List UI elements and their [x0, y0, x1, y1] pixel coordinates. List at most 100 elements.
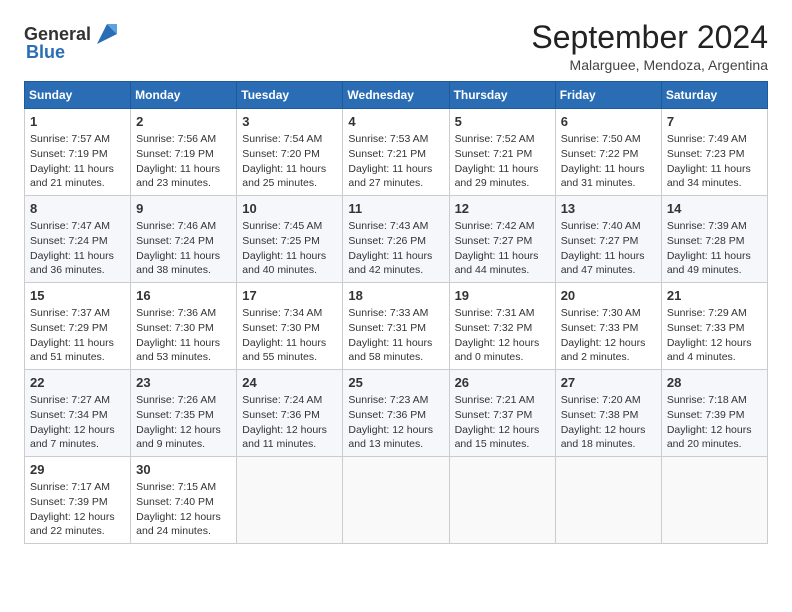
calendar-cell — [237, 456, 343, 543]
day-number: 2 — [136, 113, 231, 131]
day-number: 26 — [455, 374, 550, 392]
day-number: 24 — [242, 374, 337, 392]
cell-content: Sunrise: 7:52 AMSunset: 7:21 PMDaylight:… — [455, 132, 550, 191]
calendar-cell: 12Sunrise: 7:42 AMSunset: 7:27 PMDayligh… — [449, 196, 555, 283]
day-number: 9 — [136, 200, 231, 218]
calendar-cell: 6Sunrise: 7:50 AMSunset: 7:22 PMDaylight… — [555, 109, 661, 196]
calendar-cell: 17Sunrise: 7:34 AMSunset: 7:30 PMDayligh… — [237, 283, 343, 370]
logo: General Blue — [24, 20, 121, 63]
calendar-cell: 10Sunrise: 7:45 AMSunset: 7:25 PMDayligh… — [237, 196, 343, 283]
calendar-cell: 28Sunrise: 7:18 AMSunset: 7:39 PMDayligh… — [661, 370, 767, 457]
title-block: September 2024 Malarguee, Mendoza, Argen… — [531, 20, 768, 73]
logo-icon — [93, 20, 121, 48]
page-header: General Blue September 2024 Malarguee, M… — [24, 20, 768, 73]
cell-content: Sunrise: 7:43 AMSunset: 7:26 PMDaylight:… — [348, 219, 443, 278]
logo-blue: Blue — [26, 42, 65, 63]
cell-content: Sunrise: 7:20 AMSunset: 7:38 PMDaylight:… — [561, 393, 656, 452]
weekday-header-thursday: Thursday — [449, 82, 555, 109]
day-number: 20 — [561, 287, 656, 305]
weekday-header-friday: Friday — [555, 82, 661, 109]
day-number: 8 — [30, 200, 125, 218]
day-number: 11 — [348, 200, 443, 218]
day-number: 13 — [561, 200, 656, 218]
day-number: 3 — [242, 113, 337, 131]
day-number: 4 — [348, 113, 443, 131]
calendar-cell: 29Sunrise: 7:17 AMSunset: 7:39 PMDayligh… — [25, 456, 131, 543]
day-number: 28 — [667, 374, 762, 392]
cell-content: Sunrise: 7:39 AMSunset: 7:28 PMDaylight:… — [667, 219, 762, 278]
cell-content: Sunrise: 7:46 AMSunset: 7:24 PMDaylight:… — [136, 219, 231, 278]
day-number: 16 — [136, 287, 231, 305]
day-number: 6 — [561, 113, 656, 131]
calendar-week-2: 8Sunrise: 7:47 AMSunset: 7:24 PMDaylight… — [25, 196, 768, 283]
day-number: 17 — [242, 287, 337, 305]
cell-content: Sunrise: 7:30 AMSunset: 7:33 PMDaylight:… — [561, 306, 656, 365]
calendar-cell — [661, 456, 767, 543]
day-number: 14 — [667, 200, 762, 218]
cell-content: Sunrise: 7:40 AMSunset: 7:27 PMDaylight:… — [561, 219, 656, 278]
calendar-cell: 18Sunrise: 7:33 AMSunset: 7:31 PMDayligh… — [343, 283, 449, 370]
calendar-table: SundayMondayTuesdayWednesdayThursdayFrid… — [24, 81, 768, 544]
day-number: 21 — [667, 287, 762, 305]
day-number: 27 — [561, 374, 656, 392]
day-number: 15 — [30, 287, 125, 305]
day-number: 10 — [242, 200, 337, 218]
cell-content: Sunrise: 7:23 AMSunset: 7:36 PMDaylight:… — [348, 393, 443, 452]
calendar-cell: 5Sunrise: 7:52 AMSunset: 7:21 PMDaylight… — [449, 109, 555, 196]
day-number: 19 — [455, 287, 550, 305]
calendar-cell: 8Sunrise: 7:47 AMSunset: 7:24 PMDaylight… — [25, 196, 131, 283]
calendar-week-3: 15Sunrise: 7:37 AMSunset: 7:29 PMDayligh… — [25, 283, 768, 370]
calendar-cell: 7Sunrise: 7:49 AMSunset: 7:23 PMDaylight… — [661, 109, 767, 196]
cell-content: Sunrise: 7:36 AMSunset: 7:30 PMDaylight:… — [136, 306, 231, 365]
cell-content: Sunrise: 7:27 AMSunset: 7:34 PMDaylight:… — [30, 393, 125, 452]
calendar-cell: 20Sunrise: 7:30 AMSunset: 7:33 PMDayligh… — [555, 283, 661, 370]
location: Malarguee, Mendoza, Argentina — [531, 57, 768, 73]
calendar-cell: 13Sunrise: 7:40 AMSunset: 7:27 PMDayligh… — [555, 196, 661, 283]
day-number: 25 — [348, 374, 443, 392]
calendar-cell: 1Sunrise: 7:57 AMSunset: 7:19 PMDaylight… — [25, 109, 131, 196]
cell-content: Sunrise: 7:50 AMSunset: 7:22 PMDaylight:… — [561, 132, 656, 191]
cell-content: Sunrise: 7:21 AMSunset: 7:37 PMDaylight:… — [455, 393, 550, 452]
cell-content: Sunrise: 7:31 AMSunset: 7:32 PMDaylight:… — [455, 306, 550, 365]
cell-content: Sunrise: 7:15 AMSunset: 7:40 PMDaylight:… — [136, 480, 231, 539]
calendar-header-row: SundayMondayTuesdayWednesdayThursdayFrid… — [25, 82, 768, 109]
cell-content: Sunrise: 7:42 AMSunset: 7:27 PMDaylight:… — [455, 219, 550, 278]
cell-content: Sunrise: 7:49 AMSunset: 7:23 PMDaylight:… — [667, 132, 762, 191]
cell-content: Sunrise: 7:17 AMSunset: 7:39 PMDaylight:… — [30, 480, 125, 539]
weekday-header-sunday: Sunday — [25, 82, 131, 109]
cell-content: Sunrise: 7:54 AMSunset: 7:20 PMDaylight:… — [242, 132, 337, 191]
cell-content: Sunrise: 7:26 AMSunset: 7:35 PMDaylight:… — [136, 393, 231, 452]
cell-content: Sunrise: 7:53 AMSunset: 7:21 PMDaylight:… — [348, 132, 443, 191]
weekday-header-tuesday: Tuesday — [237, 82, 343, 109]
calendar-cell: 3Sunrise: 7:54 AMSunset: 7:20 PMDaylight… — [237, 109, 343, 196]
cell-content: Sunrise: 7:33 AMSunset: 7:31 PMDaylight:… — [348, 306, 443, 365]
calendar-cell: 23Sunrise: 7:26 AMSunset: 7:35 PMDayligh… — [131, 370, 237, 457]
calendar-week-1: 1Sunrise: 7:57 AMSunset: 7:19 PMDaylight… — [25, 109, 768, 196]
calendar-cell: 25Sunrise: 7:23 AMSunset: 7:36 PMDayligh… — [343, 370, 449, 457]
calendar-cell: 19Sunrise: 7:31 AMSunset: 7:32 PMDayligh… — [449, 283, 555, 370]
calendar-cell: 22Sunrise: 7:27 AMSunset: 7:34 PMDayligh… — [25, 370, 131, 457]
calendar-week-4: 22Sunrise: 7:27 AMSunset: 7:34 PMDayligh… — [25, 370, 768, 457]
cell-content: Sunrise: 7:29 AMSunset: 7:33 PMDaylight:… — [667, 306, 762, 365]
cell-content: Sunrise: 7:47 AMSunset: 7:24 PMDaylight:… — [30, 219, 125, 278]
day-number: 30 — [136, 461, 231, 479]
calendar-cell: 27Sunrise: 7:20 AMSunset: 7:38 PMDayligh… — [555, 370, 661, 457]
calendar-cell — [449, 456, 555, 543]
cell-content: Sunrise: 7:24 AMSunset: 7:36 PMDaylight:… — [242, 393, 337, 452]
day-number: 22 — [30, 374, 125, 392]
calendar-cell — [343, 456, 449, 543]
day-number: 12 — [455, 200, 550, 218]
cell-content: Sunrise: 7:34 AMSunset: 7:30 PMDaylight:… — [242, 306, 337, 365]
day-number: 1 — [30, 113, 125, 131]
month-year: September 2024 — [531, 20, 768, 55]
calendar-week-5: 29Sunrise: 7:17 AMSunset: 7:39 PMDayligh… — [25, 456, 768, 543]
calendar-cell: 4Sunrise: 7:53 AMSunset: 7:21 PMDaylight… — [343, 109, 449, 196]
calendar-cell: 9Sunrise: 7:46 AMSunset: 7:24 PMDaylight… — [131, 196, 237, 283]
calendar-cell: 11Sunrise: 7:43 AMSunset: 7:26 PMDayligh… — [343, 196, 449, 283]
calendar-cell: 16Sunrise: 7:36 AMSunset: 7:30 PMDayligh… — [131, 283, 237, 370]
weekday-header-saturday: Saturday — [661, 82, 767, 109]
day-number: 5 — [455, 113, 550, 131]
calendar-cell — [555, 456, 661, 543]
weekday-header-wednesday: Wednesday — [343, 82, 449, 109]
cell-content: Sunrise: 7:37 AMSunset: 7:29 PMDaylight:… — [30, 306, 125, 365]
